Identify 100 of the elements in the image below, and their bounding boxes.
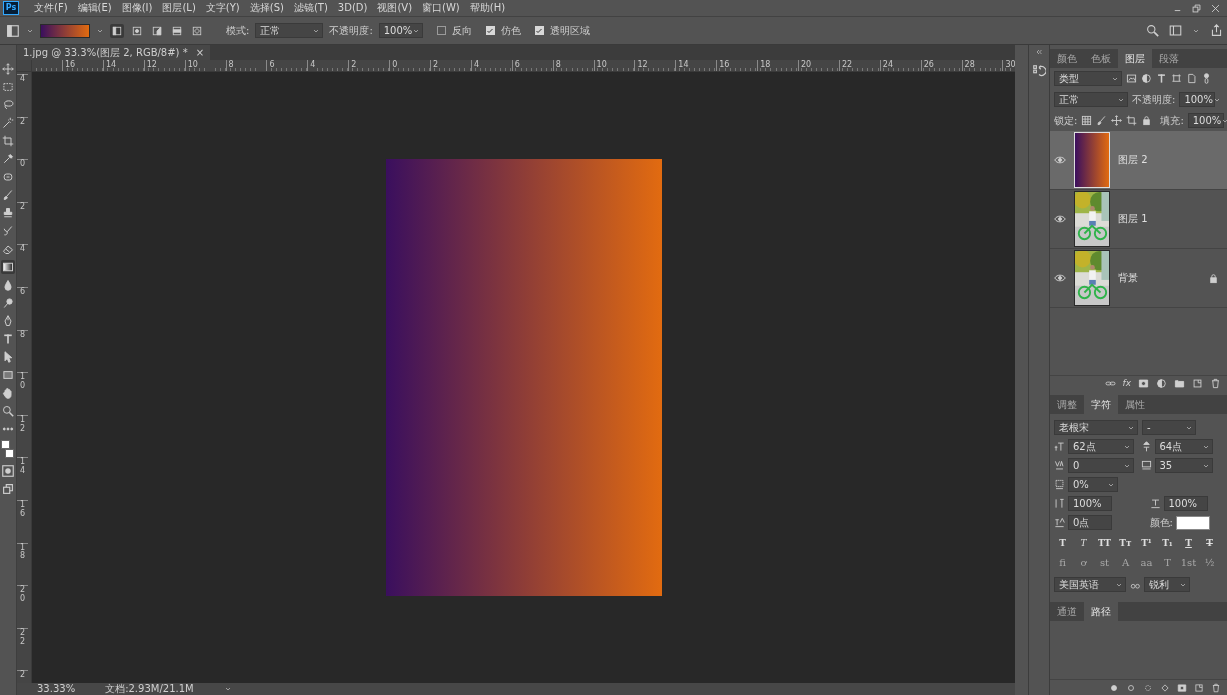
- new-path-icon[interactable]: [1194, 682, 1204, 693]
- tool-preset-icon[interactable]: [6, 23, 20, 38]
- menu-item[interactable]: 滤镜(T): [288, 2, 333, 14]
- foreground-color-swatch[interactable]: [1, 440, 10, 449]
- gradient-icon[interactable]: [1, 260, 15, 274]
- mode-select[interactable]: 正常: [255, 23, 324, 38]
- mask-icon[interactable]: [1138, 378, 1149, 390]
- workspace-icon[interactable]: [1169, 24, 1182, 37]
- font-size-field[interactable]: 62点: [1068, 439, 1134, 455]
- gradient-swatch[interactable]: [40, 23, 90, 38]
- panel-tab[interactable]: 色板: [1084, 49, 1118, 68]
- lasso-icon[interactable]: [1, 98, 15, 112]
- text-style-button[interactable]: T: [1201, 538, 1218, 549]
- work-path-icon[interactable]: [1160, 682, 1170, 693]
- restore-icon[interactable]: [1191, 2, 1202, 14]
- history-brush-icon[interactable]: [1, 224, 15, 238]
- background-color-swatch[interactable]: [5, 449, 14, 458]
- eyedropper-icon[interactable]: [1, 152, 15, 166]
- caret-icon[interactable]: [223, 685, 232, 693]
- menu-item[interactable]: 图像(I): [116, 2, 158, 14]
- horizontal-scale-field[interactable]: 100%: [1163, 496, 1208, 512]
- menu-item[interactable]: 图层(L): [157, 2, 201, 14]
- smart-filter-icon[interactable]: [1186, 73, 1197, 84]
- antialias-select[interactable]: 锐利: [1144, 577, 1190, 592]
- lock-icon[interactable]: [1141, 115, 1153, 126]
- layer-row[interactable]: 图层 2: [1050, 131, 1227, 190]
- collapse-icon[interactable]: [1035, 48, 1043, 56]
- move-icon[interactable]: [1111, 115, 1123, 126]
- opacity-field[interactable]: 100%: [1179, 92, 1216, 107]
- checker-icon[interactable]: [1081, 115, 1093, 126]
- lock-icon[interactable]: [1208, 272, 1219, 284]
- image-filter-icon[interactable]: [1126, 73, 1137, 84]
- trash-icon[interactable]: [1211, 682, 1221, 693]
- folder-icon[interactable]: [1174, 378, 1185, 390]
- adjust-filter-icon[interactable]: [1141, 73, 1152, 84]
- panel-tab[interactable]: 图层: [1118, 49, 1152, 68]
- kerning-field[interactable]: 0: [1068, 458, 1134, 474]
- share-icon[interactable]: [1210, 24, 1223, 37]
- leading-field[interactable]: 64点: [1154, 439, 1213, 455]
- crop-icon[interactable]: [1, 134, 15, 148]
- layer-row[interactable]: 图层 1: [1050, 190, 1227, 249]
- font-style-select[interactable]: -: [1142, 420, 1196, 436]
- layer-row[interactable]: 背景: [1050, 249, 1227, 308]
- bandage-icon[interactable]: [1, 170, 15, 184]
- rectangle-icon[interactable]: [1, 368, 15, 382]
- new-layer-icon[interactable]: [1192, 378, 1203, 390]
- transform-filter-icon[interactable]: [1171, 73, 1182, 84]
- history-icon[interactable]: [1032, 64, 1046, 78]
- filter-select[interactable]: 类型: [1054, 71, 1122, 86]
- menu-item[interactable]: 3D(D): [332, 2, 373, 14]
- panel-tab[interactable]: 属性: [1118, 395, 1152, 415]
- brush-icon[interactable]: [1096, 115, 1108, 126]
- magic-wand-icon[interactable]: [1, 116, 15, 130]
- mask-icon[interactable]: [1177, 682, 1187, 693]
- linear-gradient-icon[interactable]: [110, 23, 124, 38]
- drop-icon[interactable]: [1, 278, 15, 292]
- dodge-icon[interactable]: [1, 296, 15, 310]
- stamp-icon[interactable]: [1, 206, 15, 220]
- fill-field[interactable]: 100%: [1187, 113, 1224, 128]
- blend-mode-select[interactable]: 正常: [1054, 92, 1128, 107]
- hand-icon[interactable]: [1, 386, 15, 400]
- menu-item[interactable]: 选择(S): [244, 2, 289, 14]
- tab-close[interactable]: ×: [195, 46, 205, 59]
- panel-tab[interactable]: 通道: [1050, 602, 1084, 621]
- font-family-select[interactable]: 老根宋: [1054, 420, 1138, 436]
- zoom-icon[interactable]: [1, 404, 15, 418]
- adjustment-icon[interactable]: [1156, 378, 1167, 390]
- language-select[interactable]: 美国英语: [1054, 577, 1126, 592]
- text-style-button[interactable]: T: [1075, 538, 1092, 549]
- menu-item[interactable]: 视图(V): [372, 2, 418, 14]
- menu-item[interactable]: 帮助(H): [464, 2, 511, 14]
- document-tab[interactable]: 1.jpg @ 33.3%(图层 2, RGB/8#) * ×: [17, 45, 211, 60]
- search-icon[interactable]: [1146, 24, 1159, 37]
- trash-icon[interactable]: [1210, 378, 1221, 390]
- vertical-scale-field[interactable]: 100%: [1068, 496, 1112, 512]
- menu-item[interactable]: 文字(Y): [200, 2, 245, 14]
- eye-icon[interactable]: [1054, 272, 1066, 284]
- crop-icon[interactable]: [1126, 115, 1138, 126]
- selection-icon[interactable]: [1143, 682, 1153, 693]
- panel-tab[interactable]: 字符: [1084, 395, 1118, 415]
- panel-tab[interactable]: 调整: [1050, 395, 1084, 415]
- text-style-button[interactable]: Tт: [1117, 538, 1134, 549]
- screen-mode-icon[interactable]: [1, 482, 15, 496]
- text-style-button[interactable]: TT: [1096, 538, 1113, 549]
- panel-tab[interactable]: 颜色: [1050, 49, 1084, 68]
- move-icon[interactable]: [1, 62, 15, 76]
- eye-icon[interactable]: [1054, 154, 1066, 166]
- text-style-button[interactable]: T¹: [1138, 538, 1155, 549]
- eye-icon[interactable]: [1054, 213, 1066, 225]
- toggle-filter-icon[interactable]: [1201, 73, 1212, 84]
- pointer-icon[interactable]: [1, 350, 15, 364]
- menu-item[interactable]: 窗口(W): [417, 2, 465, 14]
- color-swatch[interactable]: [1175, 515, 1210, 530]
- quick-mask-icon[interactable]: [1, 464, 15, 478]
- pen-icon[interactable]: [1, 314, 15, 328]
- text-style-button[interactable]: T: [1054, 538, 1071, 549]
- text-filter-icon[interactable]: [1156, 73, 1167, 84]
- baseline-shift-field[interactable]: 0点: [1068, 515, 1112, 531]
- text-style-button[interactable]: T₁: [1159, 538, 1176, 549]
- type-icon[interactable]: [1, 332, 15, 346]
